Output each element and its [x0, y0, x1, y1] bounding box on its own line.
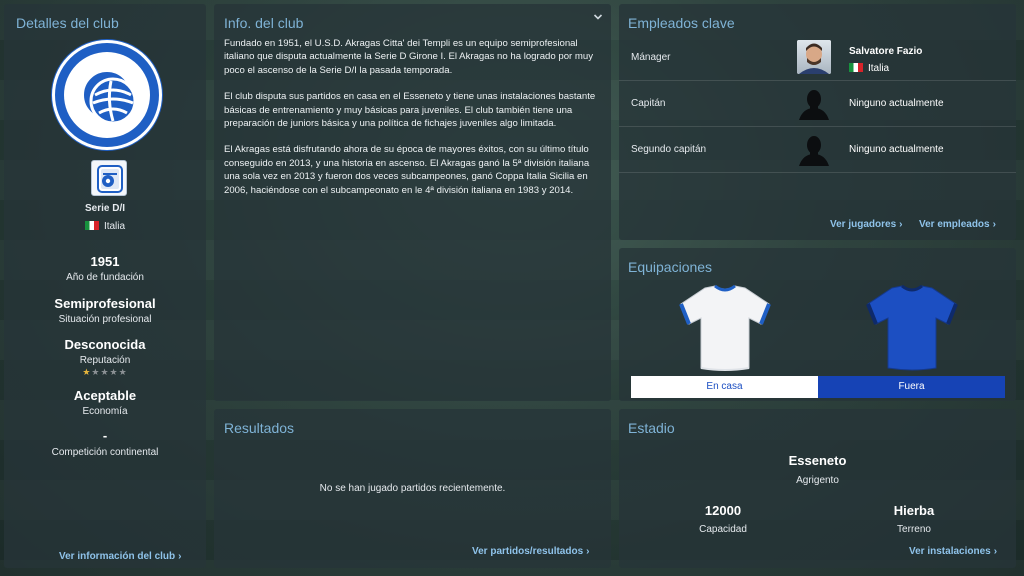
continental-value: - [102, 428, 108, 443]
star-icon-half: ★ [82, 367, 92, 377]
info-paragraph: Fundado en 1951, el U.S.D. Akragas Citta… [224, 38, 594, 76]
results-link[interactable]: Ver partidos/resultados › [472, 546, 590, 557]
club-info-panel: Info. del club Fundado en 1951, el U.S.D… [214, 4, 611, 401]
staff-role: Mánager [631, 52, 671, 63]
results-panel: Resultados No se han jugado partidos rec… [214, 409, 611, 568]
chevron-right-icon: › [899, 219, 903, 230]
stadium-panel: Estadio Esseneto Agrigento 12000 Capacid… [619, 409, 1016, 568]
surface-label: Terreno [897, 524, 931, 535]
home-kit-tab[interactable]: En casa [631, 376, 818, 398]
league-name[interactable]: Serie D/I [4, 203, 206, 214]
home-shirt-icon[interactable] [677, 284, 773, 372]
football-icon [89, 77, 137, 125]
chevron-right-icon: › [586, 546, 590, 557]
surface-value: Hierba [893, 503, 935, 518]
stadium-city: Agrigento [796, 475, 839, 486]
chevron-right-icon: › [992, 219, 996, 230]
club-details-panel: Detalles del club Serie D/I Italia 1951 … [4, 4, 206, 568]
key-staff-title: Empleados clave [628, 15, 735, 31]
facilities-link[interactable]: Ver instalaciones › [909, 546, 997, 557]
key-staff-panel: Empleados clave Mánager Salvatore Fazio … [619, 4, 1016, 240]
reputation-label: Reputación [79, 355, 131, 366]
staff-role: Segundo capitán [631, 144, 707, 155]
club-info-link[interactable]: Ver información del club › [59, 551, 181, 562]
info-paragraph: El club disputa sus partidos en casa en … [224, 91, 596, 130]
chevron-right-icon: › [993, 546, 998, 557]
view-players-link[interactable]: Ver jugadores › [830, 219, 902, 230]
status-label: Situación profesional [58, 314, 152, 325]
status-value: Semiprofesional [54, 296, 156, 311]
info-paragraph: El Akragas está disfrutando ahora de su … [224, 144, 590, 196]
economy-label: Economía [82, 406, 128, 417]
founded-value: 1951 [90, 254, 120, 269]
league-icon [97, 165, 123, 193]
italy-flag-icon [849, 63, 863, 72]
person-silhouette-icon [799, 136, 829, 166]
stadium-name: Esseneto [788, 453, 847, 468]
away-shirt-icon[interactable] [864, 284, 960, 372]
staff-role: Capitán [631, 98, 666, 109]
manager-name[interactable]: Salvatore Fazio [849, 46, 922, 57]
reputation-stars: ★★★★★ [82, 367, 128, 377]
club-nation: Italia [4, 221, 206, 232]
capacity-label: Capacidad [699, 524, 747, 535]
italy-flag-icon [84, 221, 99, 230]
club-info-title: Info. del club [224, 15, 304, 31]
stadium-title: Estadio [628, 420, 675, 436]
economy-value: Aceptable [73, 388, 137, 403]
league-logo[interactable] [91, 160, 127, 196]
results-title: Resultados [224, 420, 295, 436]
founded-label: Año de fundación [66, 272, 144, 283]
manager-nation: Italia [849, 63, 889, 74]
chevron-right-icon: › [178, 551, 182, 562]
manager-photo [797, 40, 831, 74]
staff-row-manager[interactable]: Mánager Salvatore Fazio Italia [619, 35, 1016, 81]
staff-row-vice-captain[interactable]: Segundo capitán Ninguno actualmente [619, 127, 1016, 173]
person-silhouette-icon [799, 90, 829, 120]
club-details-title: Detalles del club [16, 15, 119, 31]
continental-label: Competición continental [51, 447, 159, 458]
view-staff-link[interactable]: Ver empleados › [919, 219, 996, 230]
away-kit-tab[interactable]: Fuera [818, 376, 1005, 398]
club-info-text: Fundado en 1951, el U.S.D. Akragas Citta… [224, 37, 596, 210]
vice-captain-name: Ninguno actualmente [849, 144, 944, 155]
capacity-value: 12000 [704, 503, 742, 518]
chevron-down-icon[interactable] [593, 12, 603, 22]
captain-name: Ninguno actualmente [849, 98, 944, 109]
reputation-value: Desconocida [64, 337, 146, 352]
kits-panel: Equipaciones En casa Fuera [619, 248, 1016, 401]
kits-title: Equipaciones [628, 259, 713, 275]
staff-row-captain[interactable]: Capitán Ninguno actualmente [619, 81, 1016, 127]
club-crest [52, 40, 162, 150]
results-empty-message: No se han jugado partidos recientemente. [319, 483, 506, 494]
